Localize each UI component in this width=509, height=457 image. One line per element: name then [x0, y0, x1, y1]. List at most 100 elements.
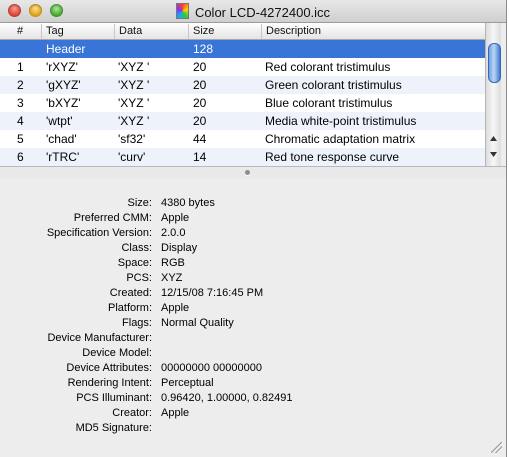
- detail-value: Apple: [161, 302, 190, 314]
- detail-row-pcs-illuminant: PCS Illuminant: 0.96420, 1.00000, 0.8249…: [0, 391, 500, 406]
- row-size: 44: [193, 132, 207, 146]
- detail-value: 12/15/08 7:16:45 PM: [161, 287, 264, 299]
- detail-label: Specification Version:: [46, 227, 152, 239]
- row-size: 14: [193, 150, 207, 164]
- row-number: 6: [17, 150, 24, 164]
- tag-table: Header 128 1 'rXYZ' 'XYZ ' 20 Red colora…: [0, 40, 485, 166]
- column-header-size[interactable]: Size: [189, 24, 262, 39]
- detail-label: MD5 Signature:: [75, 422, 152, 434]
- profile-details-panel: Size: 4380 bytes Preferred CMM: Apple Sp…: [0, 178, 506, 457]
- window-title: Color LCD-4272400.icc: [194, 5, 331, 20]
- detail-label: Rendering Intent:: [67, 377, 152, 389]
- title-bar[interactable]: Color LCD-4272400.icc: [0, 0, 506, 23]
- detail-row-device-manufacturer: Device Manufacturer:: [0, 331, 500, 346]
- detail-label: Device Model:: [82, 347, 152, 359]
- row-tag: 'wtpt': [46, 114, 73, 128]
- detail-value: 2.0.0: [161, 227, 186, 239]
- detail-label: Creator:: [112, 407, 152, 419]
- row-tag: 'rTRC': [46, 150, 80, 164]
- row-tag: 'gXYZ': [46, 78, 81, 92]
- detail-label: Created:: [109, 287, 152, 299]
- detail-value: Display: [161, 242, 198, 254]
- color-profile-icon: [175, 3, 189, 19]
- detail-row-md5-signature: MD5 Signature:: [0, 421, 500, 436]
- resize-grip-icon[interactable]: [491, 442, 502, 453]
- row-number: 1: [17, 60, 24, 74]
- detail-label: Flags:: [122, 317, 152, 329]
- row-data: 'XYZ ': [118, 114, 150, 128]
- detail-value: Normal Quality: [161, 317, 234, 329]
- row-data: 'curv': [118, 150, 146, 164]
- column-header-tag[interactable]: Tag: [42, 24, 115, 39]
- detail-label: PCS:: [126, 272, 152, 284]
- detail-row-device-attributes: Device Attributes: 00000000 00000000: [0, 361, 500, 376]
- detail-row-flags: Flags: Normal Quality: [0, 316, 500, 331]
- detail-row-space: Space: RGB: [0, 256, 500, 271]
- row-size: 20: [193, 96, 207, 110]
- column-header-description[interactable]: Description: [262, 24, 485, 39]
- row-description: Red colorant tristimulus: [265, 60, 391, 74]
- row-data: 'XYZ ': [118, 60, 150, 74]
- profile-window: Color LCD-4272400.icc # Tag Data Size De…: [0, 0, 507, 457]
- scroll-thumb[interactable]: [488, 43, 501, 83]
- detail-row-creator: Creator: Apple: [0, 406, 500, 421]
- window-title-area: Color LCD-4272400.icc: [0, 3, 506, 20]
- row-description: Media white-point tristimulus: [265, 114, 417, 128]
- detail-row-preferred-cmm: Preferred CMM: Apple: [0, 211, 500, 226]
- table-row[interactable]: 5 'chad' 'sf32' 44 Chromatic adaptation …: [0, 130, 485, 148]
- row-description: Red tone response curve: [265, 150, 400, 164]
- row-number: 4: [17, 114, 24, 128]
- detail-label: Size:: [127, 197, 152, 209]
- row-data: 'sf32': [118, 132, 146, 146]
- detail-label: PCS Illuminant:: [76, 392, 152, 404]
- row-size: 20: [193, 60, 207, 74]
- row-description: Green colorant tristimulus: [265, 78, 402, 92]
- table-header: # Tag Data Size Description: [0, 23, 485, 40]
- detail-row-platform: Platform: Apple: [0, 301, 500, 316]
- row-tag: Header: [46, 42, 86, 56]
- row-size: 20: [193, 114, 207, 128]
- detail-label: Space:: [117, 257, 152, 269]
- detail-row-pcs: PCS: XYZ: [0, 271, 500, 286]
- table-row[interactable]: 2 'gXYZ' 'XYZ ' 20 Green colorant tristi…: [0, 76, 485, 94]
- detail-label: Preferred CMM:: [73, 212, 152, 224]
- detail-row-class: Class: Display: [0, 241, 500, 256]
- detail-value: Apple: [161, 212, 190, 224]
- detail-value: RGB: [161, 257, 185, 269]
- row-number: 3: [17, 96, 24, 110]
- detail-label: Platform:: [107, 302, 152, 314]
- detail-label: Class:: [121, 242, 152, 254]
- table-row[interactable]: 3 'bXYZ' 'XYZ ' 20 Blue colorant tristim…: [0, 94, 485, 112]
- divider-handle-icon[interactable]: [245, 170, 250, 175]
- table-row[interactable]: 4 'wtpt' 'XYZ ' 20 Media white-point tri…: [0, 112, 485, 130]
- row-description: Chromatic adaptation matrix: [265, 132, 416, 146]
- row-description: Blue colorant tristimulus: [265, 96, 393, 110]
- table-row[interactable]: 1 'rXYZ' 'XYZ ' 20 Red colorant tristimu…: [0, 58, 485, 76]
- row-data: 'XYZ ': [118, 96, 150, 110]
- detail-value: Apple: [161, 407, 190, 419]
- row-size: 128: [193, 42, 214, 56]
- detail-value: 4380 bytes: [161, 197, 215, 209]
- detail-row-spec-version: Specification Version: 2.0.0: [0, 226, 500, 241]
- row-tag: 'chad': [46, 132, 77, 146]
- detail-value: 00000000 00000000: [161, 362, 262, 374]
- row-data: 'XYZ ': [118, 78, 150, 92]
- row-tag: 'rXYZ': [46, 60, 78, 74]
- scroll-down-icon[interactable]: [489, 150, 498, 159]
- detail-row-device-model: Device Model:: [0, 346, 500, 361]
- column-header-data[interactable]: Data: [115, 24, 189, 39]
- detail-label: Device Attributes:: [66, 362, 152, 374]
- table-row[interactable]: 6 'rTRC' 'curv' 14 Red tone response cur…: [0, 148, 485, 166]
- scroll-up-icon[interactable]: [489, 134, 498, 143]
- detail-value: Perceptual: [161, 377, 214, 389]
- row-tag: 'bXYZ': [46, 96, 81, 110]
- detail-label: Device Manufacturer:: [47, 332, 152, 344]
- detail-value: 0.96420, 1.00000, 0.82491: [161, 392, 293, 404]
- detail-row-size: Size: 4380 bytes: [0, 196, 500, 211]
- row-size: 20: [193, 78, 207, 92]
- detail-row-created: Created: 12/15/08 7:16:45 PM: [0, 286, 500, 301]
- detail-value: XYZ: [161, 272, 183, 284]
- column-header-number[interactable]: #: [0, 24, 42, 39]
- vertical-scrollbar[interactable]: [485, 23, 501, 166]
- table-row-header[interactable]: Header 128: [0, 40, 485, 58]
